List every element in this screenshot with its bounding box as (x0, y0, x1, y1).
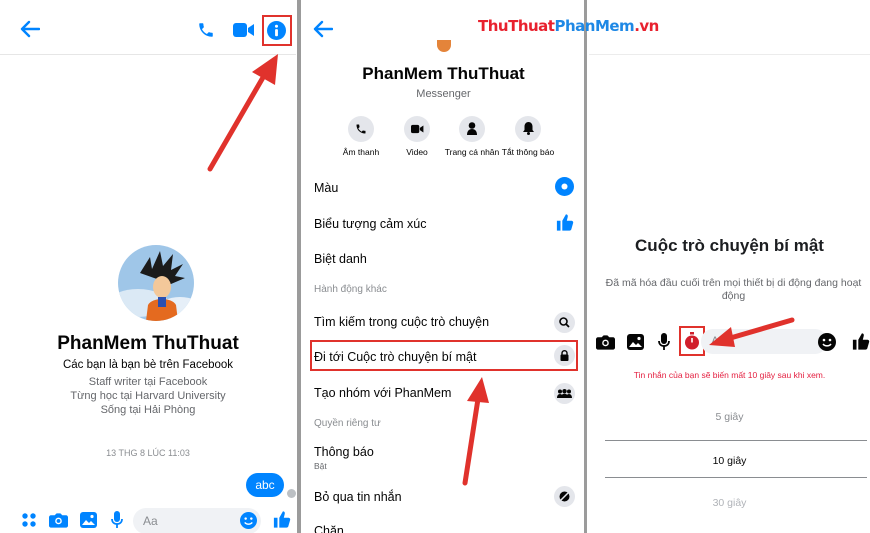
emoji-icon[interactable] (240, 512, 257, 529)
watermark-logo: ThuThuatPhanMem.vn (478, 17, 659, 35)
color-swatch-icon[interactable] (555, 177, 574, 196)
like-thumb-icon[interactable] (556, 213, 574, 232)
action-audio-call[interactable]: Âm thanh (333, 116, 389, 157)
watermark-part-3: .vn (634, 17, 659, 35)
person-icon (467, 122, 477, 135)
timer-selection-line-top (605, 440, 867, 441)
timer-option-30s[interactable]: 30 giây (589, 497, 870, 509)
chat-panel: PhanMem ThuThuat Các bạn là bạn bè trên … (0, 0, 296, 533)
action-label: Tắt thông báo (501, 147, 555, 157)
video-camera-icon[interactable] (233, 22, 255, 38)
group-icon[interactable] (554, 383, 575, 404)
panel-divider-right (584, 0, 587, 533)
timer-selection-line-bottom (605, 477, 867, 478)
gallery-icon[interactable] (80, 512, 97, 528)
screenshot-root: PhanMem ThuThuat Các bạn là bạn bè trên … (0, 0, 870, 533)
secret-conversation-panel: Cuộc trò chuyện bí mật Đã mã hóa đầu cuố… (589, 0, 870, 533)
section-privacy: Quyền riêng tư (314, 418, 381, 429)
info-subtitle: Messenger (416, 88, 471, 100)
like-thumb-icon[interactable] (852, 332, 870, 351)
timer-option-5s[interactable]: 5 giây (589, 411, 870, 423)
panel-divider-left (297, 0, 301, 533)
apps-grid-icon[interactable] (22, 513, 36, 527)
contact-avatar[interactable] (118, 245, 194, 321)
menu-search-conversation[interactable]: Tìm kiếm trong cuộc trò chuyện (314, 315, 489, 329)
notifications-status: Bật (314, 461, 327, 471)
chat-header (0, 0, 296, 55)
info-avatar-edge (437, 40, 451, 52)
microphone-icon[interactable] (111, 511, 123, 529)
menu-block[interactable]: Chặn (314, 524, 344, 533)
phone-icon[interactable] (197, 21, 215, 39)
info-contact-name: PhanMem ThuThuat (362, 64, 525, 83)
encryption-description: Đã mã hóa đầu cuối trên mọi thiết bị di … (605, 277, 862, 302)
back-arrow-icon[interactable] (313, 20, 333, 38)
camera-icon[interactable] (596, 334, 615, 350)
action-label: Âm thanh (342, 147, 380, 157)
phone-icon (356, 124, 366, 134)
video-icon (411, 124, 424, 134)
search-icon[interactable] (554, 312, 575, 333)
watermark-part-1: ThuThuat (478, 17, 555, 35)
menu-create-group[interactable]: Tạo nhóm với PhanMem (314, 386, 451, 400)
watermark-part-2: PhanMem (554, 17, 635, 35)
timer-option-10s[interactable]: 10 giây (589, 455, 870, 467)
seen-indicator (287, 489, 296, 498)
info-highlight-box (262, 15, 292, 46)
profile-line-location: Sống tại Hải Phòng (100, 404, 196, 416)
action-label: Trang cá nhân (444, 147, 500, 157)
section-more-actions: Hành động khác (314, 284, 387, 295)
menu-emoji[interactable]: Biểu tượng cảm xúc (314, 217, 426, 231)
secret-highlight-box (310, 340, 578, 371)
action-video-call[interactable]: Video (389, 116, 445, 157)
contact-name: PhanMem ThuThuat (57, 333, 239, 354)
gallery-icon[interactable] (627, 334, 644, 350)
bell-icon (523, 122, 534, 135)
ignore-icon[interactable] (554, 486, 575, 507)
secret-title: Cuộc trò chuyện bí mật (635, 236, 824, 255)
sent-message-bubble[interactable]: abc (246, 473, 284, 497)
camera-icon[interactable] (49, 512, 68, 528)
action-mute[interactable]: Tắt thông báo (500, 116, 556, 157)
message-timestamp: 13 THG 8 LÚC 11:03 (106, 448, 190, 458)
menu-notifications[interactable]: Thông báo (314, 445, 374, 459)
profile-line-work: Staff writer tại Facebook (88, 376, 208, 388)
friend-note: Các bạn là bạn bè trên Facebook (62, 359, 234, 371)
menu-ignore-messages[interactable]: Bỏ qua tin nhắn (314, 490, 402, 504)
action-profile[interactable]: Trang cá nhân (444, 116, 500, 157)
annotation-arrow-to-timer (709, 317, 795, 347)
menu-color[interactable]: Màu (314, 181, 338, 195)
annotation-arrow-to-secret (462, 377, 489, 486)
action-label: Video (406, 147, 428, 157)
like-thumb-icon[interactable] (273, 510, 291, 529)
disappear-note: Tin nhắn của bạn sẽ biến mất 10 giây sau… (633, 370, 826, 380)
microphone-icon[interactable] (658, 333, 670, 351)
profile-line-education: Từng học tại Harvard University (70, 390, 226, 402)
back-arrow-icon[interactable] (20, 20, 40, 38)
annotation-arrow-to-info (207, 54, 278, 172)
menu-nicknames[interactable]: Biệt danh (314, 252, 367, 266)
emoji-icon[interactable] (818, 333, 836, 351)
info-panel: PhanMem ThuThuat Messenger Âm thanh Vide… (303, 0, 584, 533)
